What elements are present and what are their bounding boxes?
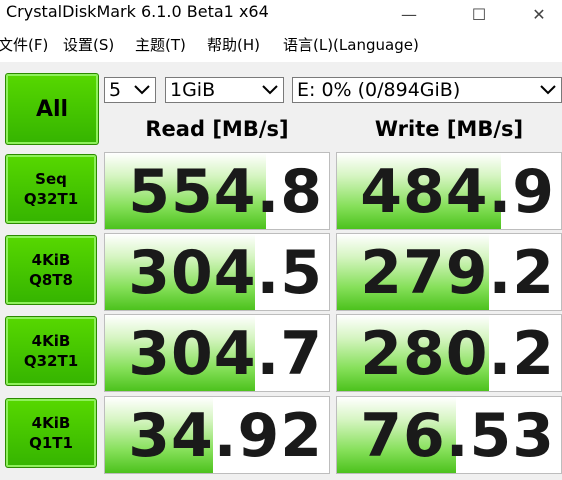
test-label-line1: Seq [35,170,67,188]
write-result-cell: 279.2 [336,233,562,311]
test-label-line1: 4KiB [31,414,71,432]
write-result-cell: 76.53 [336,396,562,474]
menu-language[interactable]: 语言(L)(Language) [283,34,419,55]
read-result-cell: 554.8 [104,152,330,230]
read-result-cell: 34.92 [104,396,330,474]
read-speed-value: 554.8 [128,157,323,227]
read-result-cell: 304.7 [104,314,330,392]
drive-value: E: 0% (0/894GiB) [297,79,461,101]
test-size-select[interactable]: 1GiB [165,77,284,103]
chevron-down-icon [538,78,558,102]
test-label-line1: 4KiB [31,251,71,269]
read-speed-value: 304.7 [128,319,323,389]
run-all-button[interactable]: All [5,73,99,145]
test-label-line2: Q8T8 [29,271,73,289]
maximize-icon: ☐ [471,4,487,24]
read-header: Read [MB/s] [145,117,289,141]
write-result-cell: 484.9 [336,152,562,230]
write-result-cell: 280.2 [336,314,562,392]
write-speed-value: 484.9 [360,157,555,227]
drive-select[interactable]: E: 0% (0/894GiB) [292,77,562,103]
menu-theme[interactable]: 主题(T) [135,34,186,55]
test-size-value: 1GiB [170,79,216,101]
test-button-3[interactable]: 4KiB Q1T1 [5,398,97,468]
window-title: CrystalDiskMark 6.1.0 Beta1 x64 [6,2,269,21]
test-button-2[interactable]: 4KiB Q32T1 [5,316,97,386]
write-speed-value: 279.2 [360,238,555,308]
maximize-button[interactable]: ☐ [456,0,502,28]
read-speed-value: 34.92 [128,401,323,471]
menu-bar: 文件(F) 设置(S) 主题(T) 帮助(H) 语言(L)(Language) [0,28,562,62]
read-result-cell: 304.5 [104,233,330,311]
test-count-value: 5 [109,79,122,101]
minimize-icon: — [401,4,417,24]
test-button-0[interactable]: Seq Q32T1 [5,154,97,224]
test-label-line2: Q32T1 [23,352,79,370]
read-speed-value: 304.5 [128,238,323,308]
write-speed-value: 280.2 [360,319,555,389]
close-icon: ✕ [532,4,546,24]
menu-file[interactable]: 文件(F) [0,34,48,55]
test-count-select[interactable]: 5 [104,77,156,103]
title-bar: CrystalDiskMark 6.1.0 Beta1 x64 — ☐ ✕ [0,0,562,28]
minimize-button[interactable]: — [386,0,432,28]
write-speed-value: 76.53 [360,401,555,471]
test-label-line2: Q32T1 [23,190,79,208]
test-button-1[interactable]: 4KiB Q8T8 [5,235,97,305]
chevron-down-icon [260,78,280,102]
chevron-down-icon [132,78,152,102]
write-header: Write [MB/s] [374,117,524,141]
test-label-line2: Q1T1 [29,434,73,452]
menu-settings[interactable]: 设置(S) [63,34,114,55]
close-button[interactable]: ✕ [516,0,562,28]
menu-help[interactable]: 帮助(H) [207,34,260,55]
test-label-line1: 4KiB [31,332,71,350]
